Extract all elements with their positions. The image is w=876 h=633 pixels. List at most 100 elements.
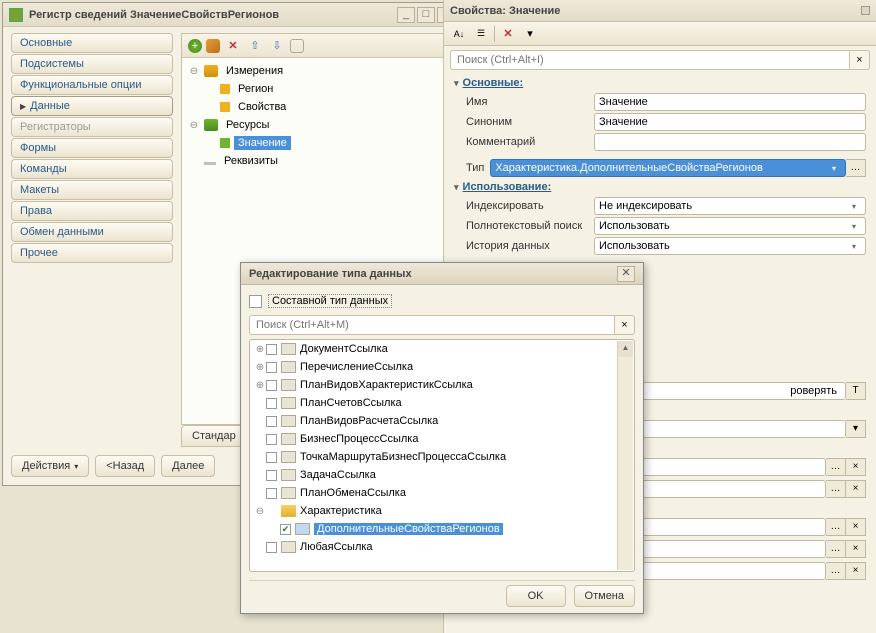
type-checkbox[interactable]	[266, 470, 277, 481]
type-edit-button[interactable]: …	[846, 159, 866, 177]
section-main[interactable]: Основные:	[444, 74, 876, 92]
tree-item-value[interactable]: Значение	[188, 134, 446, 152]
tree-item-props[interactable]: Свойства	[188, 98, 446, 116]
type-checkbox[interactable]	[266, 362, 277, 373]
folder-icon	[281, 505, 296, 517]
tree-dimensions[interactable]: ⊖ Измерения	[188, 62, 446, 80]
dropdown-icon[interactable]: ▾	[521, 25, 539, 43]
expand-icon[interactable]: ⊕	[254, 380, 266, 391]
nav-other[interactable]: Прочее	[11, 243, 173, 263]
nav-forms[interactable]: Формы	[11, 138, 173, 158]
clear-icon[interactable]: ✕	[499, 25, 517, 43]
add-icon[interactable]: +	[188, 39, 202, 53]
clear-button[interactable]: ×	[846, 480, 866, 498]
ext-button[interactable]: …	[826, 480, 846, 498]
type-group-char[interactable]: Характеристика	[300, 505, 382, 517]
sort-az-icon[interactable]: A↓	[450, 25, 468, 43]
tree-resources[interactable]: ⊖ Ресурсы	[188, 116, 446, 134]
clear-button[interactable]: ×	[846, 518, 866, 536]
tree-attributes[interactable]: Реквизиты	[188, 152, 446, 170]
dialog-close-button[interactable]: ✕	[617, 266, 635, 282]
tab-standard[interactable]: Стандар	[181, 425, 247, 447]
next-button[interactable]: Далее	[161, 455, 215, 477]
type-checkbox[interactable]	[266, 416, 277, 427]
property-search-input[interactable]	[450, 50, 850, 70]
nav-templates[interactable]: Макеты	[11, 180, 173, 200]
type-search-clear[interactable]: ×	[615, 315, 635, 335]
scrollbar[interactable]: ▲	[617, 341, 633, 570]
type-checkbox[interactable]	[266, 434, 277, 445]
ext-button[interactable]: …	[826, 562, 846, 580]
type-checkbox[interactable]	[266, 452, 277, 463]
type-item[interactable]: ПланВидовРасчетаСсылка	[300, 415, 438, 427]
tree-item-region[interactable]: Регион	[188, 80, 446, 98]
ext-button[interactable]: …	[826, 518, 846, 536]
type-item[interactable]: ПеречислениеСсылка	[300, 361, 413, 373]
categories-icon[interactable]: ☰	[472, 25, 490, 43]
ext-button[interactable]: …	[826, 458, 846, 476]
ok-button[interactable]: OK	[506, 585, 566, 607]
type-item[interactable]: ПланОбменаСсылка	[300, 487, 406, 499]
cancel-button[interactable]: Отмена	[574, 585, 635, 607]
type-tree[interactable]: ▲ ⊕ ДокументСсылка ⊕ ПеречислениеСсылка ⊕ П…	[249, 339, 635, 572]
pin-icon[interactable]	[861, 6, 870, 15]
prop-comment-field[interactable]	[594, 133, 866, 151]
ext-t-button[interactable]: T	[846, 382, 866, 400]
type-search-input[interactable]	[249, 315, 615, 335]
prop-name-field[interactable]: Значение	[594, 93, 866, 111]
move-down-icon[interactable]: ⇩	[268, 37, 286, 55]
prop-fts-field[interactable]: Использовать▾	[594, 217, 866, 235]
type-checkbox[interactable]	[266, 344, 277, 355]
move-up-icon[interactable]: ⇧	[246, 37, 264, 55]
type-item[interactable]: ЛюбаяСсылка	[300, 541, 373, 553]
clear-search-icon[interactable]: ×	[850, 50, 870, 70]
type-item[interactable]: БизнесПроцессСсылка	[300, 433, 418, 445]
type-checkbox-checked[interactable]: ✔	[280, 524, 291, 535]
type-checkbox[interactable]	[266, 542, 277, 553]
ext-button[interactable]: …	[826, 540, 846, 558]
nav-commands[interactable]: Команды	[11, 159, 173, 179]
type-item[interactable]: ЗадачаСсылка	[300, 469, 376, 481]
section-usage[interactable]: Использование:	[444, 178, 876, 196]
type-item[interactable]: ПланСчетовСсылка	[300, 397, 402, 409]
delete-icon[interactable]: ✕	[224, 37, 242, 55]
type-item[interactable]: ДокументСсылка	[300, 343, 388, 355]
exchange-icon	[281, 487, 296, 499]
collapse-icon[interactable]: ⊖	[254, 506, 266, 517]
type-checkbox[interactable]	[266, 488, 277, 499]
clear-button[interactable]: ×	[846, 458, 866, 476]
clear-button[interactable]: ×	[846, 540, 866, 558]
nav-rights[interactable]: Права	[11, 201, 173, 221]
type-item[interactable]: ПланВидовХарактеристикСсылка	[300, 379, 473, 391]
collapse-icon[interactable]: ⊖	[188, 120, 200, 131]
nav-registrators[interactable]: Регистраторы	[11, 117, 173, 137]
nav-data[interactable]: Данные	[11, 96, 173, 116]
tree-toolbar: + ✕ ⇧ ⇩	[182, 34, 452, 58]
type-item[interactable]: ТочкаМаршрутаБизнесПроцессаСсылка	[300, 451, 506, 463]
nav-subsystems[interactable]: Подсистемы	[11, 54, 173, 74]
composite-checkbox[interactable]	[249, 295, 262, 308]
edit-icon[interactable]	[206, 39, 220, 53]
maximize-button[interactable]: □	[417, 7, 435, 23]
collapse-icon[interactable]: ⊖	[188, 66, 200, 77]
expand-icon[interactable]: ⊕	[254, 362, 266, 373]
prop-type-field[interactable]: Характеристика.ДополнительныеСвойстваРег…	[490, 159, 846, 177]
back-button[interactable]: <Назад	[95, 455, 155, 477]
prop-index-field[interactable]: Не индексировать▾	[594, 197, 866, 215]
clear-button[interactable]: ×	[846, 562, 866, 580]
type-checkbox[interactable]	[266, 380, 277, 391]
nav-func-options[interactable]: Функциональные опции	[11, 75, 173, 95]
type-item-selected[interactable]: ДополнительныеСвойстваРегионов	[314, 523, 503, 535]
composite-type-row[interactable]: Составной тип данных	[249, 291, 635, 311]
expand-icon[interactable]: ⊕	[254, 344, 266, 355]
ext-button[interactable]: ▾	[846, 420, 866, 438]
nav-exchange[interactable]: Обмен данными	[11, 222, 173, 242]
minimize-button[interactable]: _	[397, 7, 415, 23]
properties-icon[interactable]	[290, 39, 304, 53]
type-checkbox[interactable]	[266, 398, 277, 409]
prop-history-field[interactable]: Использовать▾	[594, 237, 866, 255]
actions-button[interactable]: Действия▾	[11, 455, 89, 477]
prop-synonym-field[interactable]: Значение	[594, 113, 866, 131]
nav-main[interactable]: Основные	[11, 33, 173, 53]
attributes-tree: ⊖ Измерения Регион Свойства ⊖ Ресурсы Зн…	[182, 58, 452, 174]
